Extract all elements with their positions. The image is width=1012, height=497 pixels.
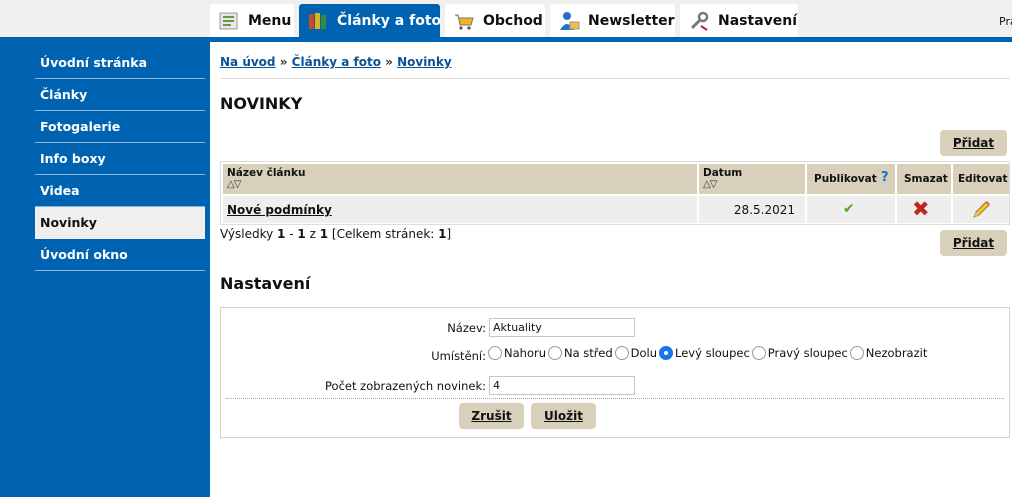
checkmark-icon[interactable]: ✔ — [843, 201, 855, 217]
radio-button[interactable] — [751, 346, 766, 360]
breadcrumb-separator: » — [385, 55, 393, 69]
breadcrumb-section-link[interactable]: Články a foto — [292, 55, 381, 69]
radio-button[interactable] — [488, 346, 502, 360]
placement-option-levy-sloupec[interactable]: Levý sloupec — [659, 346, 750, 360]
sidebar-item-clanky[interactable]: Články — [35, 79, 205, 111]
placement-option-dolu[interactable]: Dolu — [614, 346, 657, 360]
placement-option-pravy-sloupec[interactable]: Pravý sloupec — [751, 346, 848, 360]
name-label: Název: — [447, 321, 486, 335]
settings-form: Název: Aktuality Umístění: Nahoru Na stř… — [220, 307, 1010, 438]
settings-title: Nastavení — [220, 274, 311, 293]
placement-label: Umístění: — [431, 349, 486, 363]
top-right-text[interactable]: Pra — [999, 15, 1012, 28]
breadcrumb-separator: » — [279, 55, 288, 69]
article-link[interactable]: Nové podmínky — [227, 203, 332, 217]
help-icon[interactable]: ? — [881, 170, 889, 185]
breadcrumb-home-link[interactable]: Na úvod — [220, 55, 276, 69]
tab-label: Menu — [248, 13, 292, 29]
sidebar-item-videa[interactable]: Videa — [35, 175, 205, 207]
pencil-icon[interactable] — [970, 199, 992, 224]
wrench-icon — [688, 10, 710, 32]
tab-obchod[interactable]: Obchod — [445, 4, 545, 38]
sidebar-item-uvodni-stranka[interactable]: Úvodní stránka — [35, 47, 205, 79]
add-button-top[interactable]: Přidat — [940, 130, 1007, 156]
sidebar-item-uvodni-okno[interactable]: Úvodní okno — [35, 239, 205, 271]
tab-clanky-a-foto[interactable]: Články a foto — [299, 4, 442, 38]
results-summary: Výsledky 1 - 1 z 1 [Celkem stránek: 1] — [220, 227, 452, 241]
column-header-date[interactable]: Datum △▽ — [699, 164, 805, 194]
articles-table: Název článku △▽ Datum △▽ Publikovat ? Sm… — [220, 161, 1010, 225]
count-label: Počet zobrazených novinek: — [325, 379, 486, 393]
user-mail-icon — [558, 10, 580, 32]
column-header-name[interactable]: Název článku △▽ — [223, 164, 697, 194]
column-header-edit: Editovat — [953, 164, 1009, 194]
divider — [226, 398, 1004, 399]
books-icon — [307, 10, 329, 32]
cell-delete: ✖ — [897, 196, 951, 223]
breadcrumb: Na úvod » Články a foto » Novinky — [220, 55, 452, 69]
cancel-button[interactable]: Zrušit — [459, 403, 524, 429]
top-navigation: Menu Články a foto Obchod Newsletter Nas… — [0, 0, 1012, 38]
tab-menu[interactable]: Menu — [210, 4, 294, 38]
radio-button[interactable] — [614, 346, 629, 360]
name-input[interactable]: Aktuality — [489, 318, 635, 337]
cell-edit — [953, 196, 1009, 223]
placement-option-nahoru[interactable]: Nahoru — [488, 346, 546, 360]
shopping-cart-icon — [453, 10, 475, 32]
placement-radio-group: Nahoru Na střed Dolu Levý sloupec Pravý … — [488, 346, 929, 360]
save-button[interactable]: Uložit — [531, 403, 596, 429]
placement-option-na-stred[interactable]: Na střed — [548, 346, 613, 360]
breadcrumb-current-link[interactable]: Novinky — [397, 55, 452, 69]
page-title: NOVINKY — [220, 94, 303, 113]
placement-option-nezobrazit[interactable]: Nezobrazit — [849, 346, 927, 360]
tab-label: Články a foto — [337, 13, 442, 29]
cell-date: 28.5.2021 — [699, 196, 805, 223]
main-content: Na úvod » Články a foto » Novinky NOVINK… — [210, 42, 1012, 497]
column-header-delete: Smazat — [897, 164, 951, 194]
cell-name: Nové podmínky — [223, 196, 697, 223]
tab-label: Nastavení — [718, 13, 798, 29]
tab-label: Obchod — [483, 13, 543, 29]
radio-button[interactable] — [548, 346, 562, 360]
sort-arrows-icon[interactable]: △▽ — [703, 179, 717, 190]
tab-label: Newsletter — [588, 13, 675, 29]
delete-icon[interactable]: ✖ — [912, 197, 930, 221]
tab-nastaveni[interactable]: Nastavení — [680, 4, 798, 38]
tab-newsletter[interactable]: Newsletter — [550, 4, 675, 38]
column-header-published: Publikovat ? — [807, 164, 895, 194]
cell-published: ✔ — [807, 196, 895, 223]
sidebar-item-info-boxy[interactable]: Info boxy — [35, 143, 205, 175]
sidebar: Úvodní stránka Články Fotogalerie Info b… — [0, 42, 210, 497]
sidebar-item-novinky[interactable]: Novinky — [35, 207, 205, 239]
add-button-bottom[interactable]: Přidat — [940, 230, 1007, 256]
sort-arrows-icon[interactable]: △▽ — [227, 179, 241, 190]
menu-list-icon — [218, 10, 240, 32]
radio-button[interactable] — [849, 346, 864, 360]
sidebar-item-fotogalerie[interactable]: Fotogalerie — [35, 111, 205, 143]
divider — [220, 78, 1010, 79]
radio-button-selected[interactable] — [659, 346, 674, 360]
count-input[interactable]: 4 — [489, 376, 635, 395]
